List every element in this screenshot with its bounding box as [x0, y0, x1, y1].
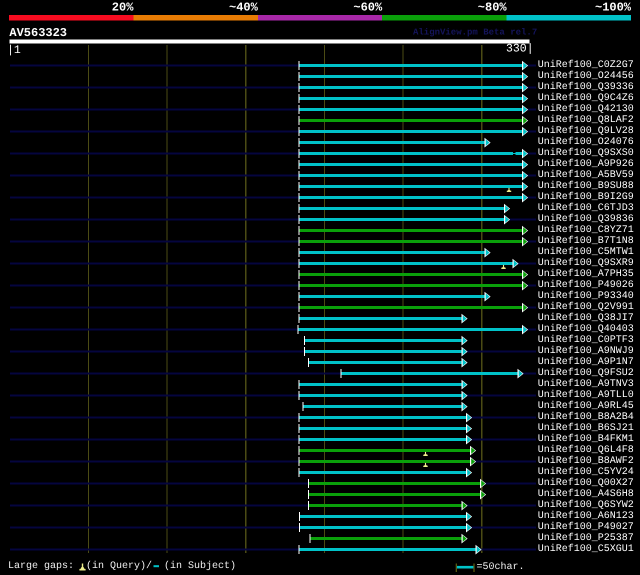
svg-text:UniRef100_C6TJD3: UniRef100_C6TJD3 [538, 202, 634, 214]
svg-text:UniRef100_A9P1N7: UniRef100_A9P1N7 [538, 356, 634, 368]
svg-text:UniRef100_P49027: UniRef100_P49027 [538, 521, 634, 533]
svg-text:(in Subject): (in Subject) [164, 560, 236, 572]
svg-text:UniRef100_Q8LAF2: UniRef100_Q8LAF2 [538, 114, 634, 126]
svg-text:UniRef100_Q9SXS0: UniRef100_Q9SXS0 [538, 147, 634, 159]
svg-text:20%: 20% [112, 1, 134, 15]
svg-text:UniRef100_A6N123: UniRef100_A6N123 [538, 510, 634, 522]
svg-text:UniRef100_A9RL45: UniRef100_A9RL45 [538, 400, 634, 412]
svg-text:UniRef100_O24076: UniRef100_O24076 [538, 136, 634, 148]
svg-text:UniRef100_P25387: UniRef100_P25387 [538, 532, 634, 544]
svg-text:UniRef100_C5XGU1: UniRef100_C5XGU1 [538, 543, 634, 555]
svg-text:UniRef100_B4FKM1: UniRef100_B4FKM1 [538, 433, 634, 445]
svg-text:~80%: ~80% [478, 1, 508, 15]
svg-text:UniRef100_B9I2G9: UniRef100_B9I2G9 [538, 191, 634, 203]
svg-text:UniRef100_Q40403: UniRef100_Q40403 [538, 323, 634, 335]
svg-text:UniRef100_A9TNV3: UniRef100_A9TNV3 [538, 378, 634, 390]
svg-text:UniRef100_B9SU88: UniRef100_B9SU88 [538, 180, 634, 192]
svg-text:UniRef100_C8YZ71: UniRef100_C8YZ71 [538, 224, 634, 236]
svg-text:UniRef100_A9TLL0: UniRef100_A9TLL0 [538, 389, 634, 401]
svg-text:~100%: ~100% [595, 1, 632, 15]
svg-text:AV563323: AV563323 [9, 26, 67, 40]
svg-text:UniRef100_A7PH35: UniRef100_A7PH35 [538, 268, 634, 280]
svg-text:UniRef100_Q39836: UniRef100_Q39836 [538, 213, 634, 225]
svg-text:UniRef100_C5YV24: UniRef100_C5YV24 [538, 466, 634, 478]
svg-text:Large gaps:: Large gaps: [8, 561, 74, 572]
svg-text:UniRef100_Q39336: UniRef100_Q39336 [538, 81, 634, 93]
svg-text:UniRef100_Q42130: UniRef100_Q42130 [538, 103, 634, 115]
svg-text:UniRef100_Q38JI7: UniRef100_Q38JI7 [538, 312, 634, 324]
svg-text:~40%: ~40% [229, 1, 259, 15]
svg-text:UniRef100_O24456: UniRef100_O24456 [538, 70, 634, 82]
svg-text:UniRef100_Q6SYW2: UniRef100_Q6SYW2 [538, 499, 634, 511]
svg-text:UniRef100_C5MTW1: UniRef100_C5MTW1 [538, 246, 634, 258]
svg-text:UniRef100_P49026: UniRef100_P49026 [538, 279, 634, 291]
svg-text:AlignView.pm Beta rel.7: AlignView.pm Beta rel.7 [413, 28, 537, 38]
svg-text:UniRef100_B7T1N8: UniRef100_B7T1N8 [538, 235, 634, 247]
svg-text:=50char.: =50char. [477, 561, 525, 573]
svg-text:330|: 330| [506, 43, 534, 56]
svg-text:UniRef100_Q9C4Z6: UniRef100_Q9C4Z6 [538, 92, 634, 104]
svg-text:UniRef100_A5BV59: UniRef100_A5BV59 [538, 169, 634, 181]
svg-text:UniRef100_Q9SXR9: UniRef100_Q9SXR9 [538, 257, 634, 269]
svg-text:UniRef100_A9NWJ9: UniRef100_A9NWJ9 [538, 345, 634, 357]
svg-text:UniRef100_A4S6H8: UniRef100_A4S6H8 [538, 488, 634, 500]
svg-text:UniRef100_C0PTF3: UniRef100_C0PTF3 [538, 334, 634, 346]
svg-text:|1: |1 [7, 44, 21, 57]
svg-text:UniRef100_P93340: UniRef100_P93340 [538, 290, 634, 302]
svg-text:UniRef100_Q00X27: UniRef100_Q00X27 [538, 477, 634, 489]
svg-text:UniRef100_A9P926: UniRef100_A9P926 [538, 158, 634, 170]
svg-text:UniRef100_Q2V991: UniRef100_Q2V991 [538, 301, 634, 313]
svg-text:UniRef100_B6SJ21: UniRef100_B6SJ21 [538, 422, 634, 434]
svg-text:UniRef100_C0Z2G7: UniRef100_C0Z2G7 [538, 59, 634, 71]
svg-text:UniRef100_B8AWF2: UniRef100_B8AWF2 [538, 455, 634, 467]
svg-text:UniRef100_Q9FSU2: UniRef100_Q9FSU2 [538, 367, 634, 379]
svg-text:UniRef100_B8A2B4: UniRef100_B8A2B4 [538, 411, 634, 423]
svg-text:~60%: ~60% [353, 1, 383, 15]
svg-text:UniRef100_Q9LV28: UniRef100_Q9LV28 [538, 125, 634, 137]
svg-text:UniRef100_Q6L4F8: UniRef100_Q6L4F8 [538, 444, 634, 456]
svg-text:(in Query)/: (in Query)/ [86, 560, 152, 572]
